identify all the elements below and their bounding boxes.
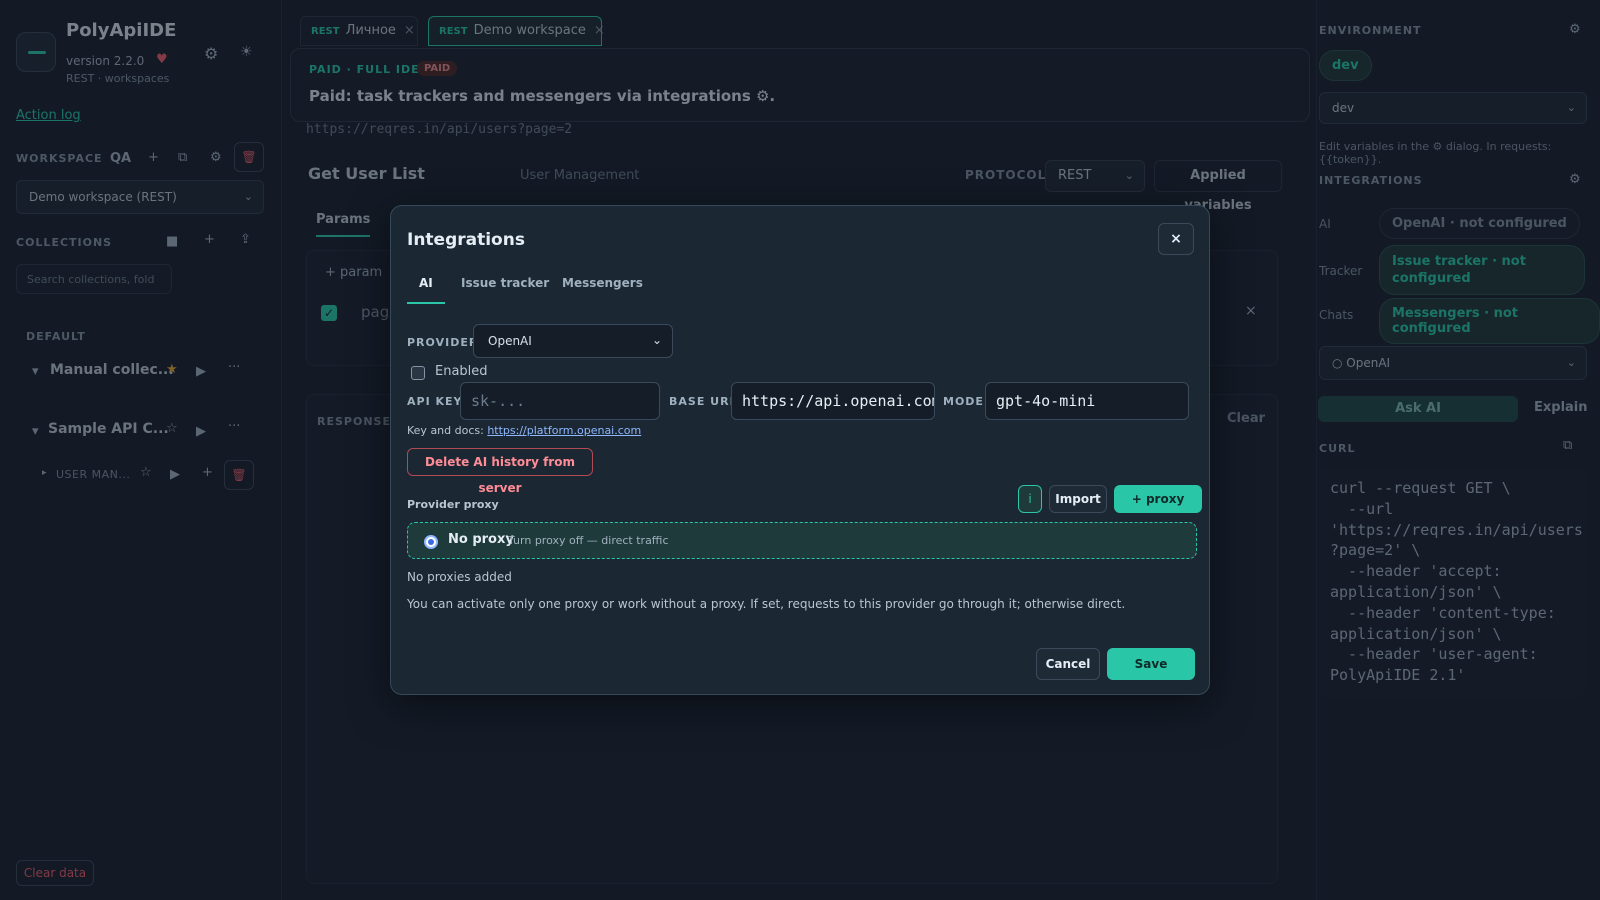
enabled-label: Enabled: [435, 364, 488, 379]
provider-proxy-label: Provider proxy: [407, 498, 499, 511]
import-button[interactable]: Import: [1049, 485, 1107, 513]
chevron-down-icon: ⌄: [651, 333, 662, 347]
no-proxy-title: No proxy: [448, 532, 514, 547]
base-url-input[interactable]: https://api.openai.com/v1: [731, 382, 935, 420]
save-button[interactable]: Save: [1107, 648, 1195, 680]
no-proxies-text: No proxies added: [407, 570, 512, 584]
dialog-title: Integrations: [407, 230, 525, 250]
api-key-input[interactable]: sk-...: [460, 382, 660, 420]
proxy-hint: You can activate only one proxy or work …: [407, 597, 1126, 611]
no-proxy-radio[interactable]: [424, 535, 438, 549]
cancel-button[interactable]: Cancel: [1036, 648, 1100, 680]
no-proxy-subtitle: Turn proxy off — direct traffic: [508, 534, 669, 547]
provider-select-value: OpenAI: [488, 334, 532, 348]
api-key-label: API KEY: [407, 395, 463, 408]
docs-line: Key and docs: https://platform.openai.co…: [407, 424, 641, 437]
no-proxy-option[interactable]: No proxy Turn proxy off — direct traffic: [407, 522, 1197, 559]
provider-select[interactable]: OpenAI ⌄: [473, 324, 673, 358]
model-input[interactable]: gpt-4o-mini: [985, 382, 1189, 420]
tab-issue-tracker[interactable]: Issue tracker: [461, 276, 549, 302]
tab-messengers[interactable]: Messengers: [562, 276, 643, 302]
docs-link[interactable]: https://platform.openai.com: [487, 424, 641, 437]
provider-label: PROVIDER: [407, 336, 479, 349]
close-button[interactable]: ×: [1158, 223, 1194, 255]
integrations-dialog: Integrations × AI Issue tracker Messenge…: [390, 205, 1210, 695]
base-url-label: BASE URL: [669, 395, 738, 408]
enabled-checkbox[interactable]: [411, 366, 425, 380]
tab-ai[interactable]: AI: [407, 276, 445, 304]
delete-ai-history-button[interactable]: Delete AI history from server: [407, 448, 593, 495]
info-button[interactable]: i: [1018, 485, 1042, 513]
add-proxy-button[interactable]: + proxy: [1114, 485, 1202, 513]
docs-prefix: Key and docs:: [407, 424, 488, 437]
